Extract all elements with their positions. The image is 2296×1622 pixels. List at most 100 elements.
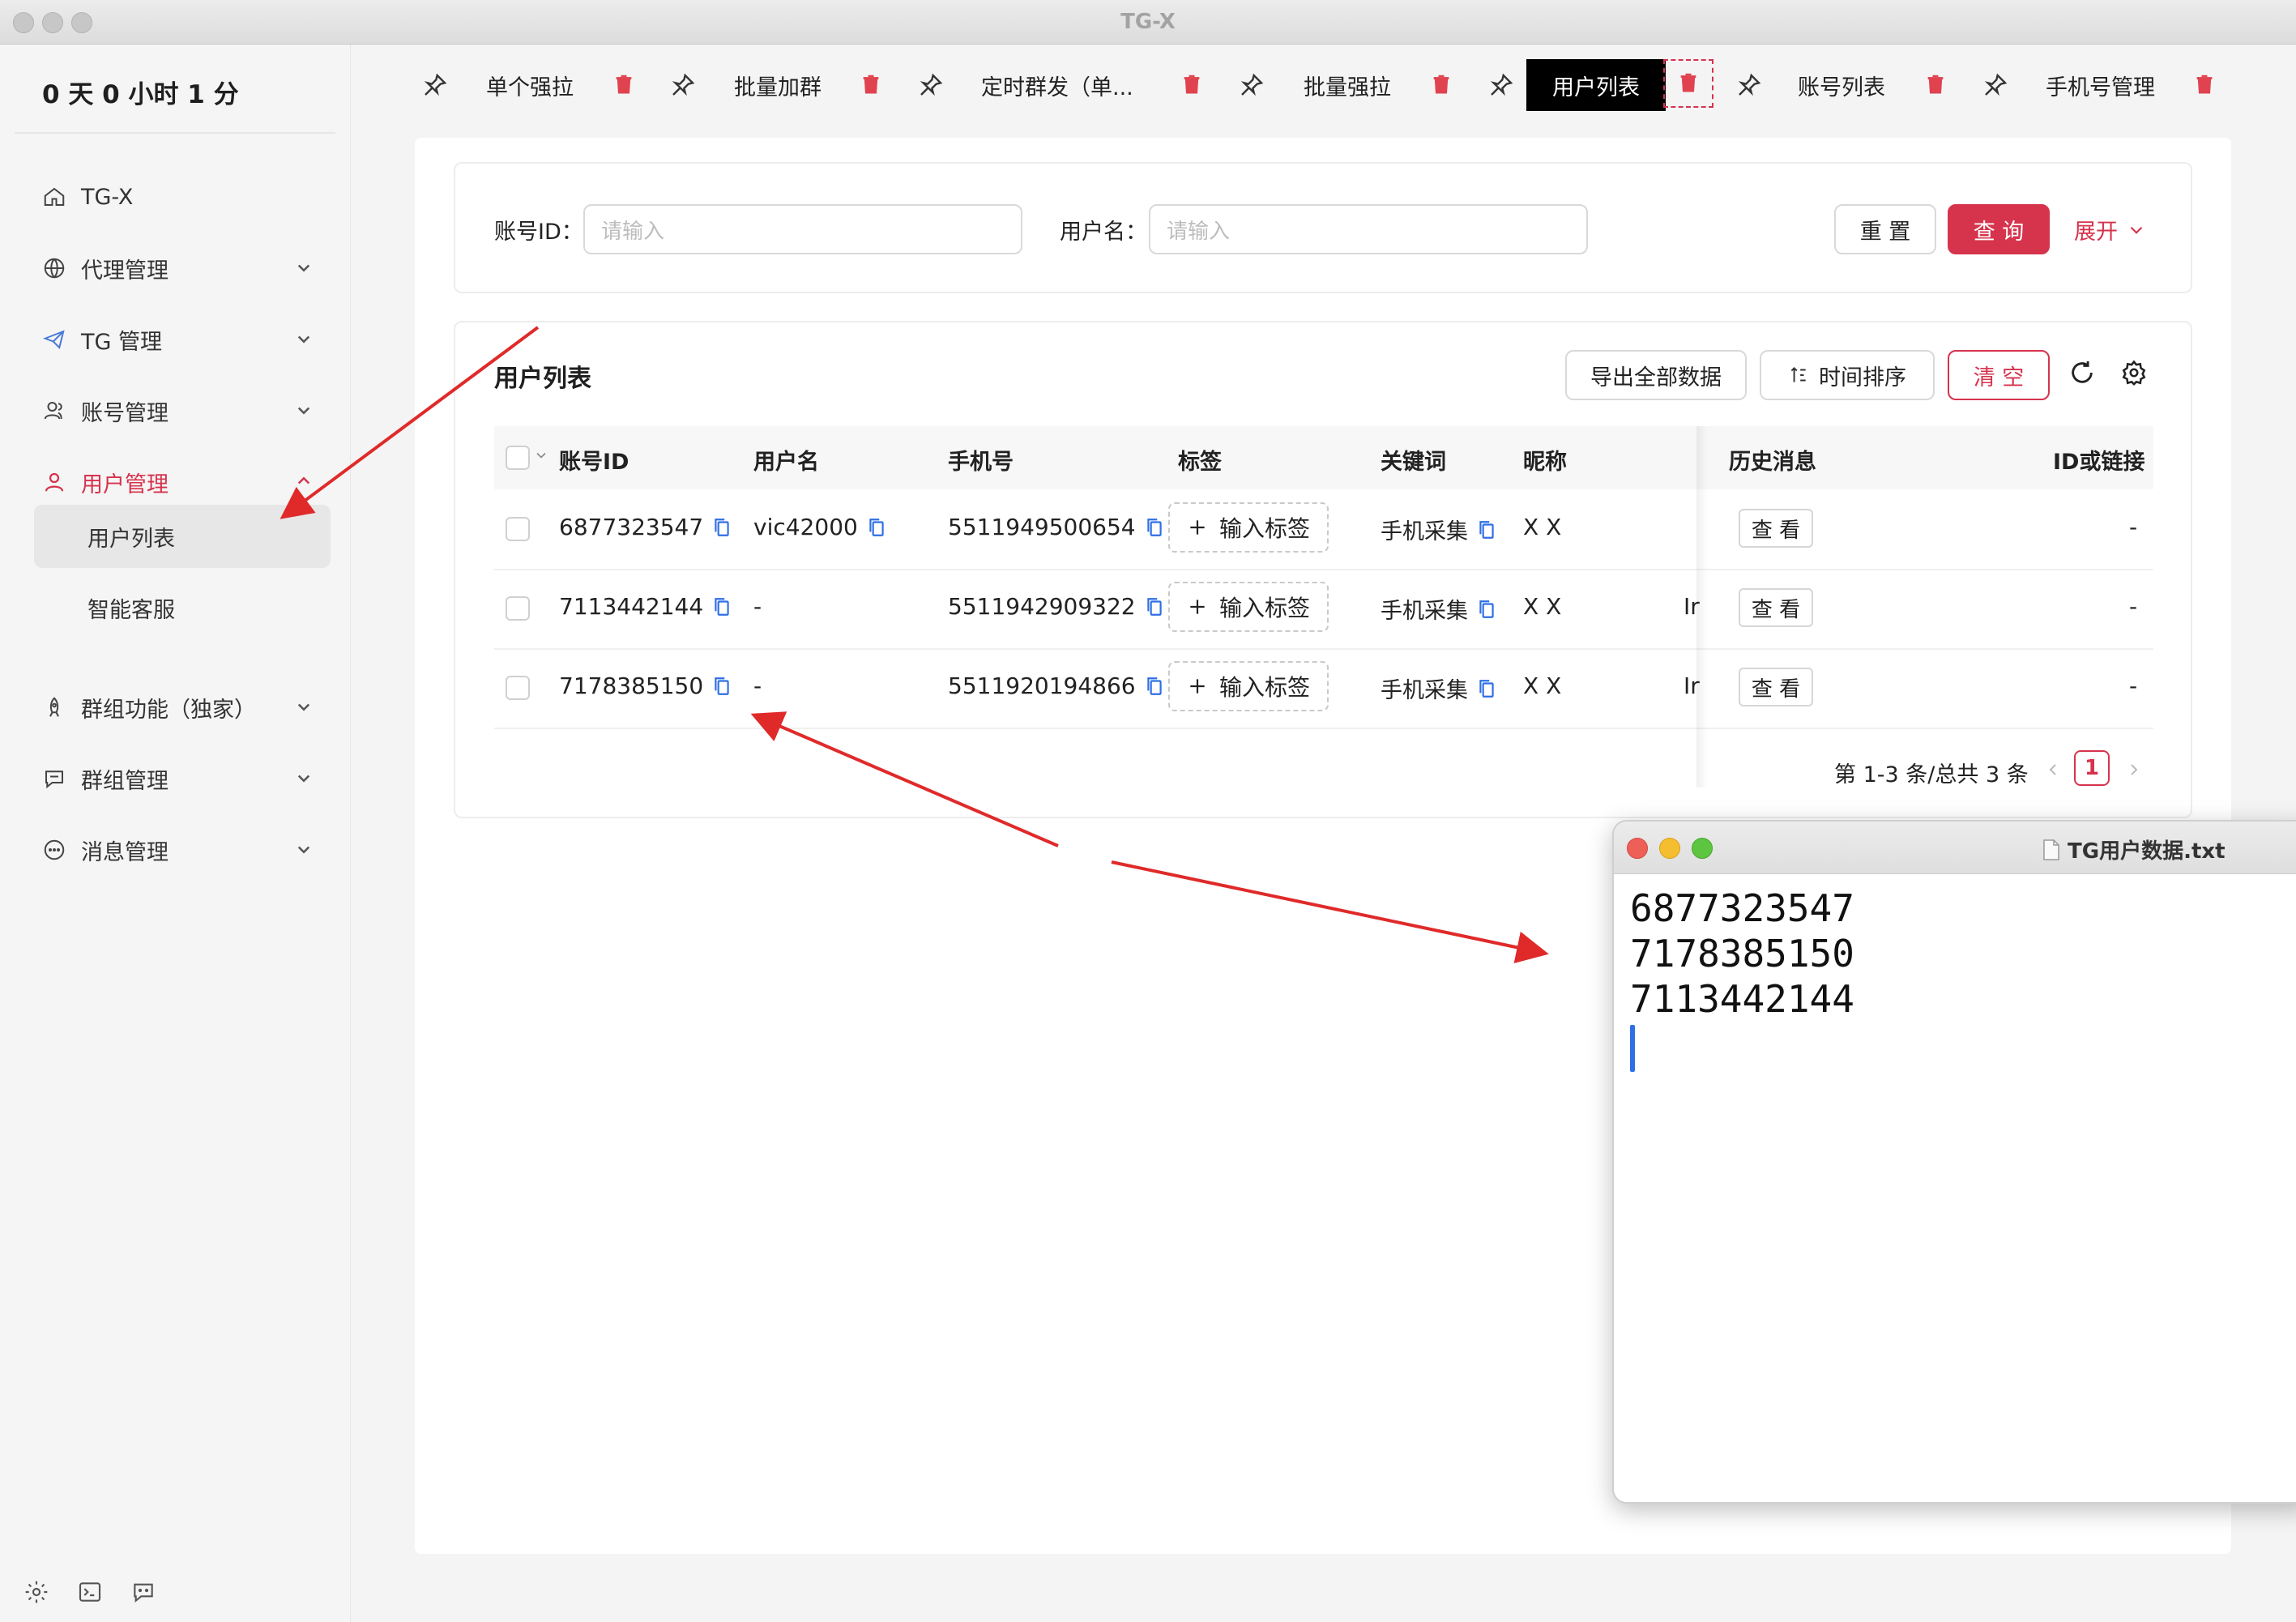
username-label: 用户名：: [1060, 220, 1147, 245]
message-icon: [41, 836, 68, 864]
sidebar-item-user-management[interactable]: 用户管理: [41, 459, 316, 505]
username-value: vic42000: [753, 514, 858, 540]
sidebar-item-tg[interactable]: TG 管理: [41, 317, 316, 362]
query-button[interactable]: 查 询: [1948, 204, 2050, 254]
copy-icon[interactable]: [711, 515, 732, 540]
sidebar-item-group-features[interactable]: 群组功能（独家）: [41, 685, 316, 730]
copy-icon[interactable]: [1476, 677, 1497, 701]
keyword-value: 手机采集: [1381, 678, 1468, 703]
pin-icon[interactable]: [1239, 72, 1265, 98]
keyword-cell: 手机采集: [1381, 514, 1497, 545]
trash-icon[interactable]: [1919, 69, 1952, 101]
tab-user-list[interactable]: 用户列表: [1526, 59, 1666, 111]
username-input[interactable]: 请输入: [1149, 204, 1588, 254]
trash-icon[interactable]: [855, 69, 887, 101]
sidebar-item-tgx[interactable]: TG-X: [41, 174, 316, 220]
pin-icon[interactable]: [422, 72, 448, 98]
text-editor-content[interactable]: 6877323547 7178385150 7113442144: [1614, 874, 2296, 1083]
sidebar-item-proxy[interactable]: 代理管理: [41, 245, 316, 291]
sidebar-subitem-smart-service[interactable]: 智能客服: [34, 576, 331, 639]
minimize-window-button[interactable]: [1659, 838, 1680, 859]
chevron-left-icon[interactable]: [2043, 760, 2063, 779]
row-checkbox[interactable]: [506, 596, 530, 621]
column-header: 手机号: [948, 450, 1014, 475]
chevron-right-icon[interactable]: [2124, 760, 2144, 779]
pagination-summary: 第 1-3 条/总共 3 条: [1834, 762, 2029, 788]
refresh-icon[interactable]: [2064, 355, 2100, 391]
page-1-button[interactable]: 1: [2074, 750, 2110, 786]
zoom-window-button[interactable]: [1692, 838, 1713, 859]
sidebar-subitem-user-list[interactable]: 用户列表: [34, 505, 331, 568]
view-history-button[interactable]: 查 看: [1739, 509, 1813, 548]
sidebar-item-group-management[interactable]: 群组管理: [41, 756, 316, 801]
select-all-checkbox[interactable]: [506, 446, 530, 470]
export-all-button[interactable]: 导出全部数据: [1565, 350, 1747, 400]
trash-icon[interactable]: [1425, 69, 1457, 101]
view-history-button[interactable]: 查 看: [1739, 668, 1813, 706]
add-tag-button[interactable]: 输入标签: [1168, 502, 1329, 553]
add-tag-label: 输入标签: [1218, 595, 1310, 621]
text-line: 6877323547: [1630, 886, 1854, 930]
sidebar-item-account[interactable]: 账号管理: [41, 388, 316, 433]
chevron-down-icon: [297, 407, 310, 415]
plus-icon: [1190, 520, 1205, 535]
pin-icon[interactable]: [1488, 72, 1514, 98]
settings-icon[interactable]: [2116, 355, 2152, 391]
link-cell: -: [2129, 672, 2138, 699]
tab-account-list[interactable]: 账号列表: [1798, 59, 1885, 111]
pin-icon[interactable]: [918, 72, 944, 98]
uptime-timer: 0 天 0 小时 1 分: [42, 80, 239, 109]
nickname-cell: X X: [1523, 514, 1562, 540]
add-tag-button[interactable]: 输入标签: [1168, 582, 1329, 632]
copy-icon[interactable]: [711, 674, 732, 698]
trash-icon[interactable]: [608, 69, 640, 101]
text-editor-title: TG用户数据.txt: [2043, 834, 2226, 864]
copy-icon[interactable]: [1144, 515, 1165, 540]
fixed-column-shadow: [1696, 426, 1708, 788]
trash-icon[interactable]: [1176, 69, 1208, 101]
copy-icon[interactable]: [1476, 518, 1497, 542]
add-tag-button[interactable]: 输入标签: [1168, 661, 1329, 711]
chevron-down-icon[interactable]: [533, 447, 549, 463]
sidebar-item-label: 消息管理: [81, 839, 169, 865]
tab-single-pull[interactable]: 单个强拉: [486, 59, 574, 111]
sidebar-item-label: 群组管理: [81, 768, 169, 794]
plus-icon: [1190, 600, 1205, 614]
copy-icon[interactable]: [1144, 674, 1165, 698]
username-cell: vic42000: [753, 514, 887, 540]
text-line: 7113442144: [1630, 977, 1854, 1021]
trash-icon[interactable]: [2188, 69, 2221, 101]
gear-icon[interactable]: [21, 1577, 52, 1607]
row-checkbox[interactable]: [506, 517, 530, 541]
copy-icon[interactable]: [866, 515, 887, 540]
phone-value: 5511949500654: [948, 514, 1136, 540]
copy-icon[interactable]: [711, 595, 732, 619]
tab-batch-join[interactable]: 批量加群: [734, 59, 822, 111]
account-id-input[interactable]: 请输入: [583, 204, 1022, 254]
tab-batch-pull[interactable]: 批量强拉: [1304, 59, 1391, 111]
pin-icon[interactable]: [670, 72, 696, 98]
chat-bubble-icon[interactable]: [128, 1577, 159, 1607]
pin-icon[interactable]: [1982, 72, 2008, 98]
trash-icon[interactable]: [1663, 59, 1713, 108]
copy-icon[interactable]: [1144, 595, 1165, 619]
terminal-icon[interactable]: [75, 1577, 105, 1607]
tab-scheduled-send[interactable]: 定时群发（单...: [981, 59, 1133, 111]
copy-icon[interactable]: [1476, 597, 1497, 621]
reset-button[interactable]: 重 置: [1834, 204, 1936, 254]
user-table-card: 用户列表 导出全部数据 时间排序 清 空 账号ID 用户名 手机号 标签 关键词…: [454, 321, 2192, 818]
time-sort-button[interactable]: 时间排序: [1760, 350, 1935, 400]
add-tag-label: 输入标签: [1218, 515, 1310, 542]
phone-value: 5511942909322: [948, 593, 1136, 620]
pin-icon[interactable]: [1736, 72, 1762, 98]
expand-link[interactable]: 展开: [2074, 214, 2147, 245]
sidebar-item-message-management[interactable]: 消息管理: [41, 827, 316, 873]
account-id-value: 7113442144: [559, 593, 704, 620]
tab-phone-management[interactable]: 手机号管理: [2046, 59, 2155, 111]
row-checkbox[interactable]: [506, 676, 530, 700]
nickname-cell: X X: [1523, 672, 1562, 699]
close-window-button[interactable]: [1627, 838, 1648, 859]
view-history-button[interactable]: 查 看: [1739, 588, 1813, 627]
chat-icon: [41, 765, 68, 792]
clear-button[interactable]: 清 空: [1948, 350, 2050, 400]
